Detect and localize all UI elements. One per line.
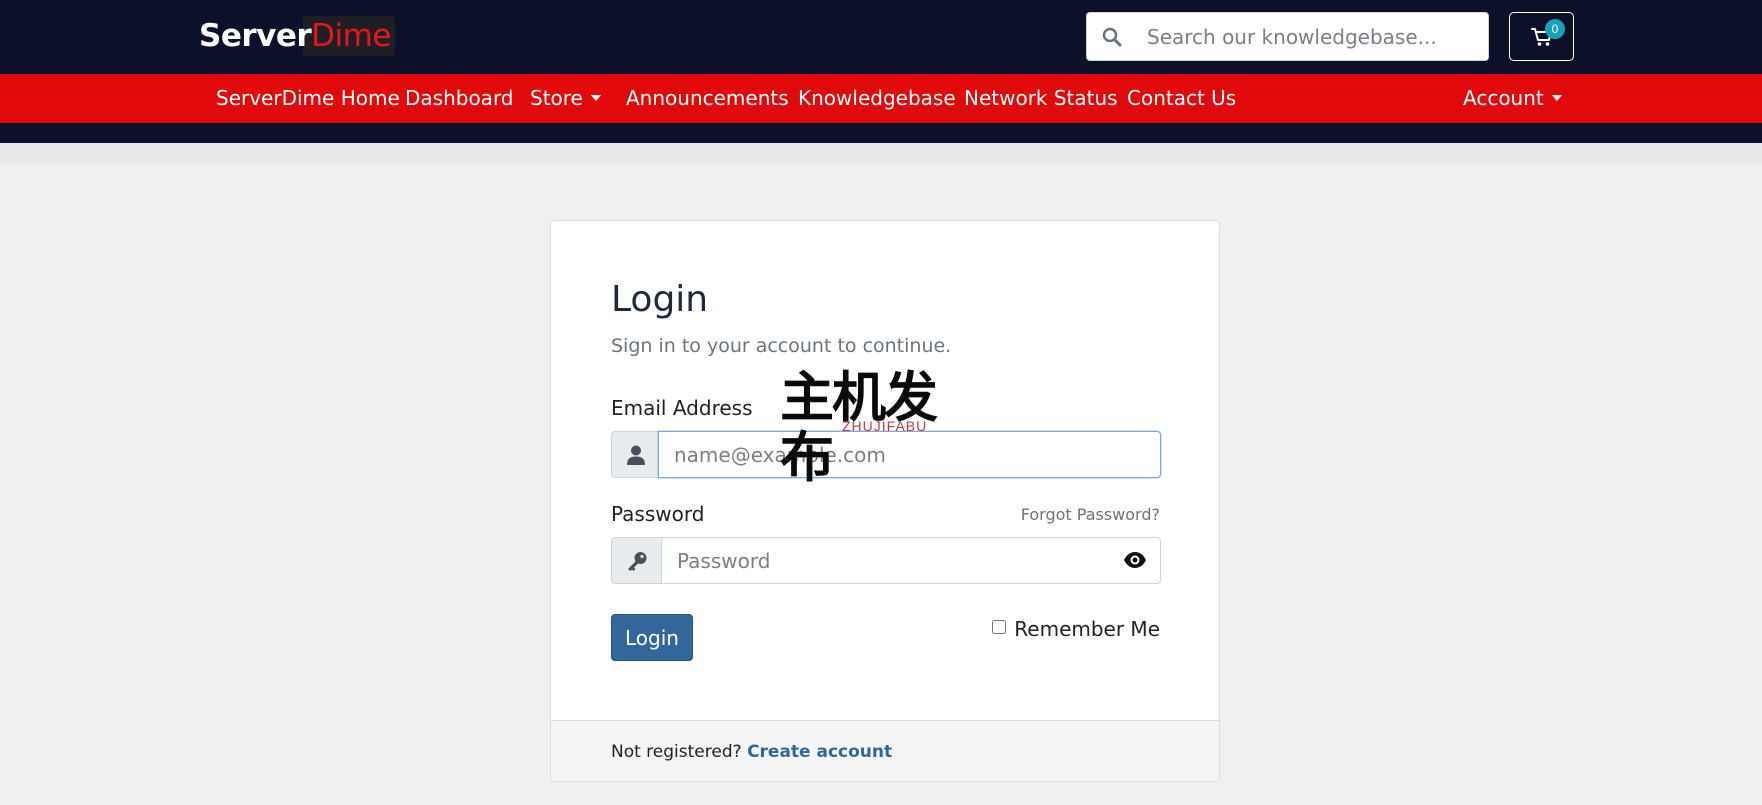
cart-button[interactable]: 0: [1509, 12, 1574, 61]
main-nav: ServerDime Home Dashboard Store Announce…: [0, 74, 1762, 123]
forgot-password-link[interactable]: Forgot Password?: [1021, 505, 1160, 524]
nav-item-contact-us[interactable]: Contact Us: [1127, 74, 1236, 123]
breadcrumb-strip: [0, 143, 1762, 165]
logo-text-server: Server: [199, 18, 312, 54]
user-icon: [627, 445, 645, 465]
not-registered-text: Not registered?: [611, 742, 742, 762]
key-icon: [628, 552, 647, 571]
card-footer: Not registered? Create account: [551, 720, 1219, 781]
login-card: Login Sign in to your account to continu…: [550, 220, 1220, 782]
watermark: 主机发布 ZHUJIFABU: [780, 368, 985, 488]
logo[interactable]: ServerDime: [195, 16, 395, 56]
knowledgebase-search: [1086, 12, 1489, 61]
nav-item-account[interactable]: Account: [1463, 74, 1562, 123]
eye-icon[interactable]: [1123, 551, 1147, 569]
email-addon: [611, 431, 659, 478]
nav-bottom-strip: [0, 123, 1762, 143]
login-subtitle: Sign in to your account to continue.: [611, 335, 952, 357]
watermark-en: ZHUJIFABU: [842, 418, 928, 434]
chevron-down-icon: [1551, 94, 1562, 101]
password-group: [611, 537, 1161, 584]
page-title: Login: [611, 279, 709, 320]
nav-item-account-label: Account: [1463, 86, 1544, 110]
search-icon: [1102, 27, 1122, 47]
chevron-down-icon: [590, 94, 601, 101]
nav-item-home[interactable]: ServerDime Home: [216, 74, 400, 123]
create-account-link[interactable]: Create account: [747, 742, 892, 762]
login-button[interactable]: Login: [611, 614, 693, 661]
logo-text-dime: Dime: [311, 18, 391, 54]
nav-item-knowledgebase[interactable]: Knowledgebase: [798, 74, 956, 123]
nav-item-store[interactable]: Store: [530, 74, 601, 123]
remember-me[interactable]: Remember Me: [992, 617, 1160, 641]
password-label: Password: [611, 502, 705, 526]
password-addon: [611, 537, 662, 584]
register-prompt: Not registered? Create account: [611, 742, 892, 762]
password-field[interactable]: [661, 537, 1161, 584]
cart-count-badge: 0: [1545, 19, 1565, 39]
top-bar: ServerDime 0: [0, 0, 1762, 74]
email-label: Email Address: [611, 396, 753, 420]
search-input[interactable]: [1147, 13, 1477, 60]
remember-me-label: Remember Me: [1014, 617, 1160, 641]
nav-item-store-label: Store: [530, 86, 583, 110]
remember-me-checkbox[interactable]: [992, 620, 1007, 634]
nav-item-network-status[interactable]: Network Status: [964, 74, 1118, 123]
nav-item-announcements[interactable]: Announcements: [626, 74, 789, 123]
nav-item-dashboard[interactable]: Dashboard: [405, 74, 514, 123]
